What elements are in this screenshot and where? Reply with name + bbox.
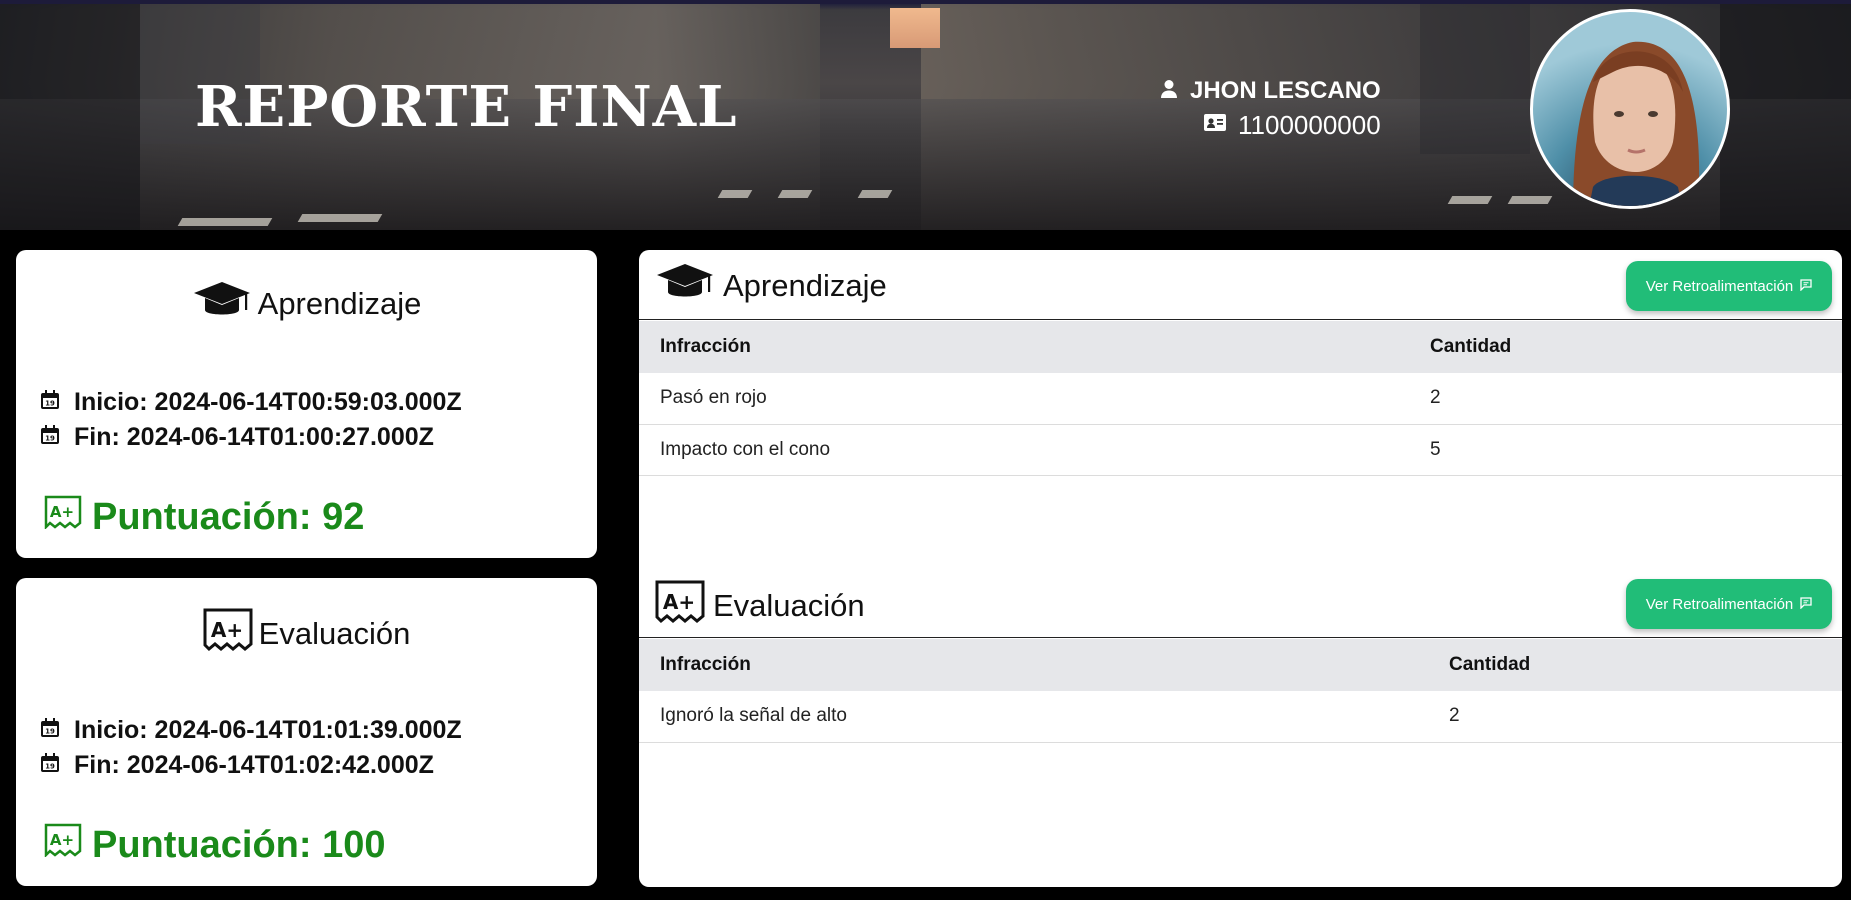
table-header-row: Infracción Cantidad [639,639,1842,691]
evaluation-summary-title: A+ Evaluación [16,608,597,660]
svg-text:A+: A+ [211,618,243,642]
graduation-cap-icon [655,262,715,310]
table-row: Impacto con el cono 5 [639,424,1842,476]
grade-a-plus-icon: A+ [655,580,705,632]
grade-a-plus-icon: A+ [203,608,253,660]
column-header-quantity: Cantidad [1428,639,1842,691]
table-row: Pasó en rojo 2 [639,373,1842,425]
evaluation-infractions-title: A+ Evaluación [655,580,865,632]
user-id-row: 1100000000 [1160,108,1381,142]
svg-text:19: 19 [45,728,55,736]
evaluation-infractions-table: Infracción Cantidad Ignoró la señal de a… [639,639,1842,743]
svg-text:A+: A+ [663,590,695,614]
learning-infractions-header: Aprendizaje Ver Retroalimentación [639,250,1842,320]
infraction-cell: Ignoró la señal de alto [639,691,1428,743]
evaluation-end-date: 19 Fin: 2024-06-14T01:02:42.000Z [40,748,462,783]
learning-score: A+ Puntuación: 92 [44,495,364,539]
learning-summary-card: Aprendizaje 19 Inicio: 2024-06-14T00:59:… [16,250,597,558]
svg-text:19: 19 [45,763,55,771]
infractions-panel: Aprendizaje Ver Retroalimentación Infrac… [639,250,1842,887]
calendar-icon: 19 [40,423,60,452]
quantity-cell: 2 [1428,691,1842,743]
grade-a-plus-icon: A+ [44,495,82,539]
user-info: JHON LESCANO 1100000000 [1160,74,1381,142]
svg-text:19: 19 [45,400,55,408]
learning-start-date: 19 Inicio: 2024-06-14T00:59:03.000Z [40,385,462,420]
column-header-quantity: Cantidad [1409,321,1842,373]
svg-text:19: 19 [45,435,55,443]
evaluation-infractions-header: A+ Evaluación Ver Retroalimentación [639,568,1842,638]
column-header-infraction: Infracción [639,321,1409,373]
grade-a-plus-icon: A+ [44,823,82,867]
learning-summary-title: Aprendizaje [16,280,597,328]
quantity-cell: 2 [1409,373,1842,425]
table-header-row: Infracción Cantidad [639,321,1842,373]
calendar-icon: 19 [40,751,60,780]
calendar-icon: 19 [40,388,60,417]
page-title: REPORTE FINAL [195,74,738,140]
graduation-cap-icon [192,280,252,328]
avatar [1530,9,1730,209]
user-name-row: JHON LESCANO [1160,74,1381,108]
user-icon [1160,79,1178,104]
header-banner: REPORTE FINAL JHON LESCANO 1100000000 [0,0,1851,230]
infraction-cell: Pasó en rojo [639,373,1409,425]
calendar-icon: 19 [40,716,60,745]
learning-infractions-table: Infracción Cantidad Pasó en rojo 2 Impac… [639,321,1842,476]
user-id: 1100000000 [1238,109,1381,140]
svg-text:A+: A+ [50,503,74,521]
learning-feedback-button[interactable]: Ver Retroalimentación [1626,261,1832,311]
evaluation-score: A+ Puntuación: 100 [44,823,386,867]
column-header-infraction: Infracción [639,639,1428,691]
infraction-cell: Impacto con el cono [639,424,1409,476]
evaluation-feedback-button[interactable]: Ver Retroalimentación [1626,579,1832,629]
message-square-icon [1800,278,1812,295]
learning-infractions-title: Aprendizaje [655,262,887,310]
evaluation-start-date: 19 Inicio: 2024-06-14T01:01:39.000Z [40,713,462,748]
user-name: JHON LESCANO [1190,77,1381,104]
evaluation-summary-card: A+ Evaluación 19 Inicio: 2024-06-14T01:0… [16,578,597,886]
message-square-icon [1800,596,1812,613]
quantity-cell: 5 [1409,424,1842,476]
learning-end-date: 19 Fin: 2024-06-14T01:00:27.000Z [40,420,462,455]
table-row: Ignoró la señal de alto 2 [639,691,1842,743]
id-card-icon [1204,114,1227,136]
svg-text:A+: A+ [50,831,74,849]
